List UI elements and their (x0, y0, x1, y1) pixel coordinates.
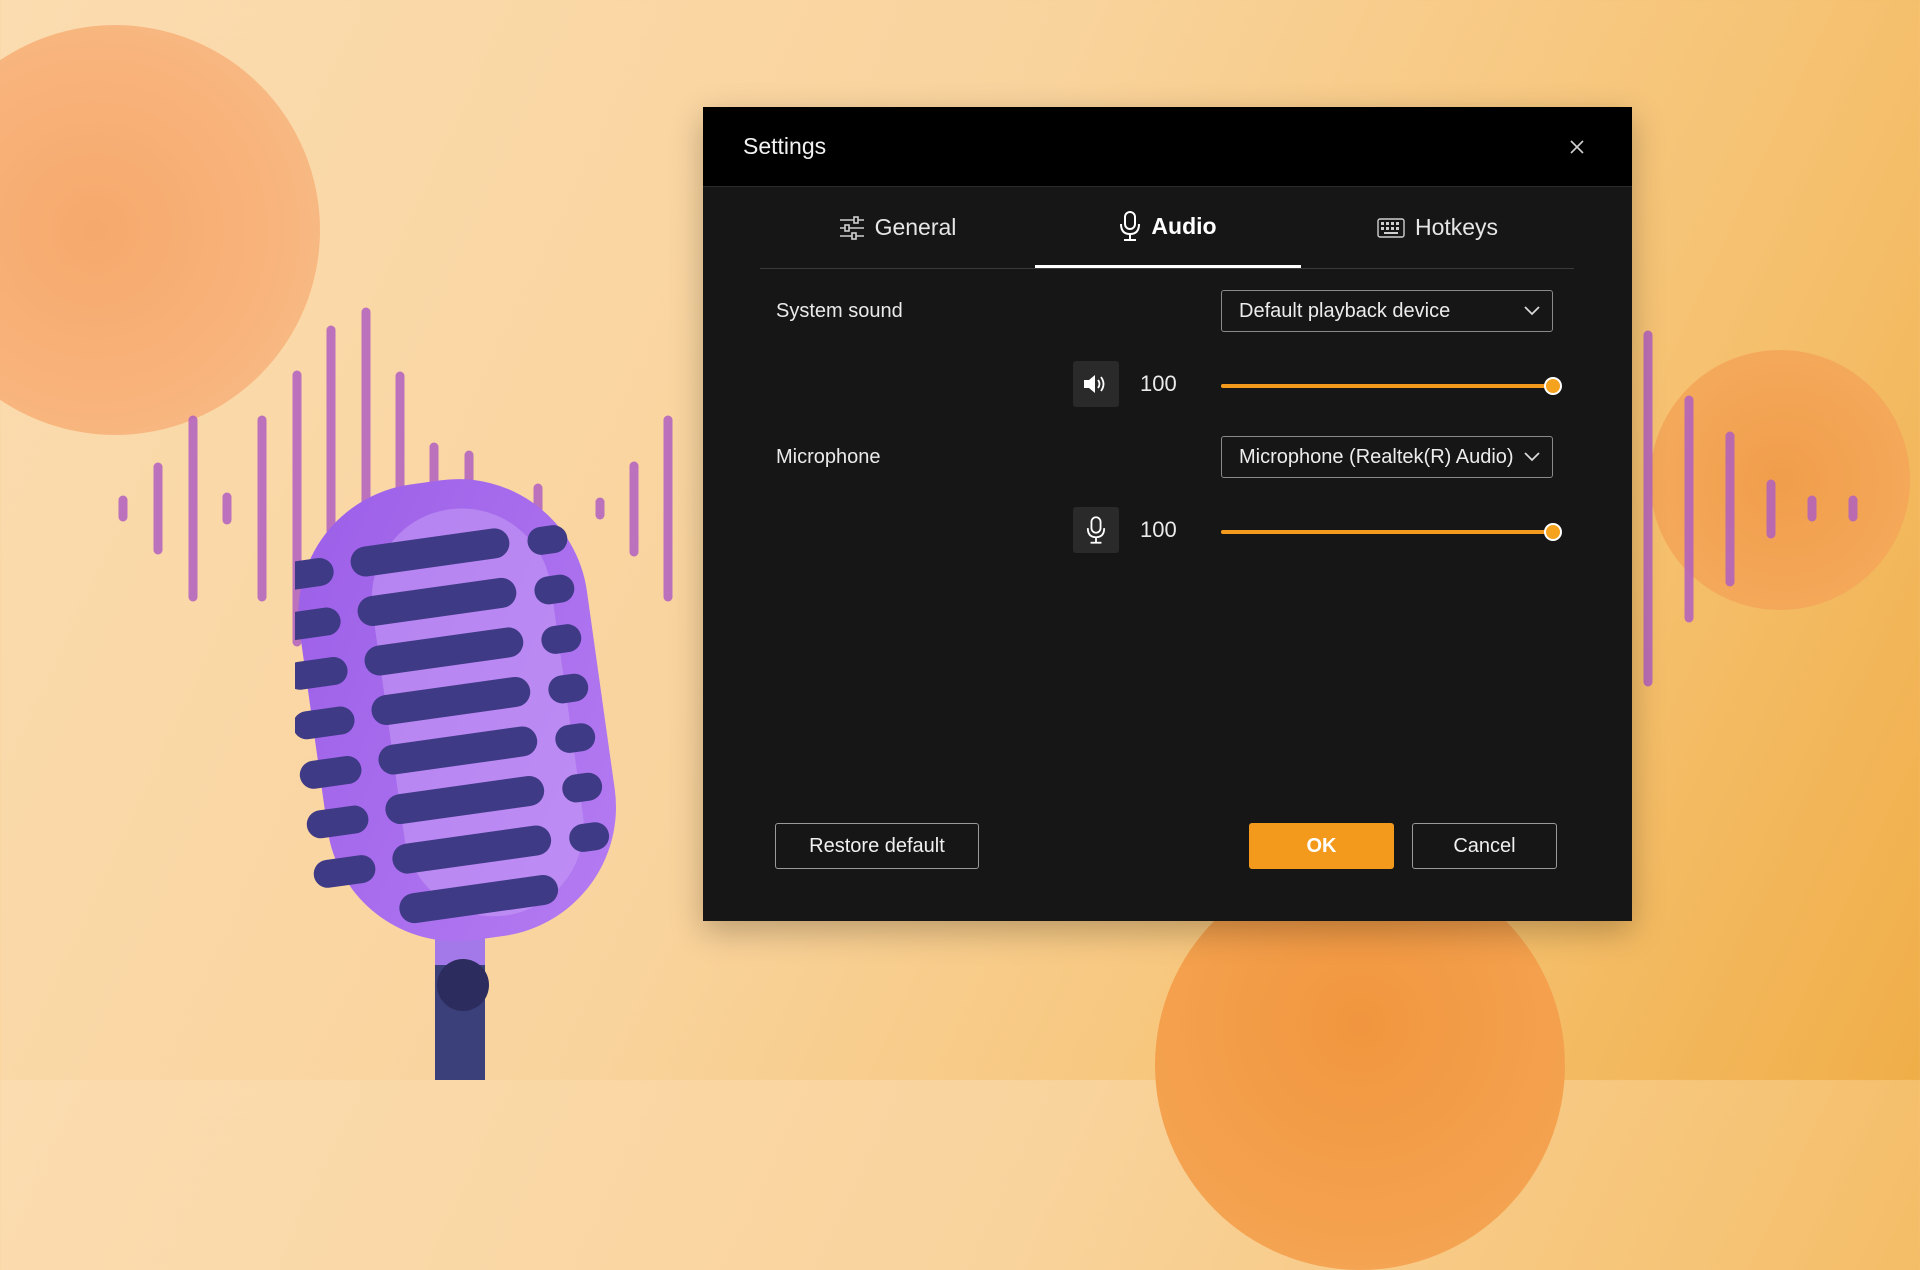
tab-label: Audio (1151, 212, 1217, 239)
keyboard-icon (1377, 217, 1405, 238)
chevron-down-icon (1524, 452, 1540, 462)
close-icon (1570, 139, 1584, 154)
slider-knob[interactable] (1544, 377, 1562, 395)
settings-tabs: General Audio Hotkeys (760, 187, 1574, 269)
tab-hotkeys[interactable]: Hotkeys (1301, 187, 1574, 268)
settings-dialog: Settings General Audio Hotkeys System so… (703, 107, 1632, 921)
tab-general[interactable]: General (760, 187, 1035, 268)
microphone-volume-slider[interactable] (1221, 522, 1562, 542)
dialog-titlebar: Settings (703, 107, 1632, 187)
cancel-button[interactable]: Cancel (1412, 823, 1557, 869)
slider-fill (1221, 384, 1553, 388)
chevron-down-icon (1524, 306, 1540, 316)
system-sound-volume-value: 100 (1140, 371, 1177, 396)
close-button[interactable] (1557, 127, 1597, 167)
restore-default-button[interactable]: Restore default (775, 823, 979, 869)
system-sound-device-value: Default playback device (1239, 299, 1451, 322)
dialog-title: Settings (743, 133, 827, 159)
microphone-icon (1120, 211, 1141, 241)
tab-label: Hotkeys (1414, 214, 1499, 240)
slider-knob[interactable] (1544, 523, 1562, 541)
sliders-icon (839, 215, 864, 240)
system-sound-mute-button[interactable] (1073, 361, 1119, 407)
microphone-device-select[interactable]: Microphone (Realtek(R) Audio) (1221, 436, 1553, 478)
ok-button[interactable]: OK (1249, 823, 1394, 869)
system-sound-volume-slider[interactable] (1221, 376, 1562, 396)
tab-audio[interactable]: Audio (1035, 187, 1301, 268)
microphone-device-value: Microphone (Realtek(R) Audio) (1239, 445, 1514, 468)
microphone-icon (1086, 516, 1106, 544)
system-sound-label: System sound (776, 300, 903, 322)
microphone-mute-button[interactable] (1073, 507, 1119, 553)
slider-fill (1221, 530, 1553, 534)
system-sound-device-select[interactable]: Default playback device (1221, 290, 1553, 332)
microphone-illustration (295, 479, 616, 1080)
tab-label: General (874, 214, 957, 240)
microphone-label: Microphone (776, 446, 881, 468)
microphone-volume-value: 100 (1140, 517, 1177, 542)
speaker-icon (1084, 375, 1105, 393)
